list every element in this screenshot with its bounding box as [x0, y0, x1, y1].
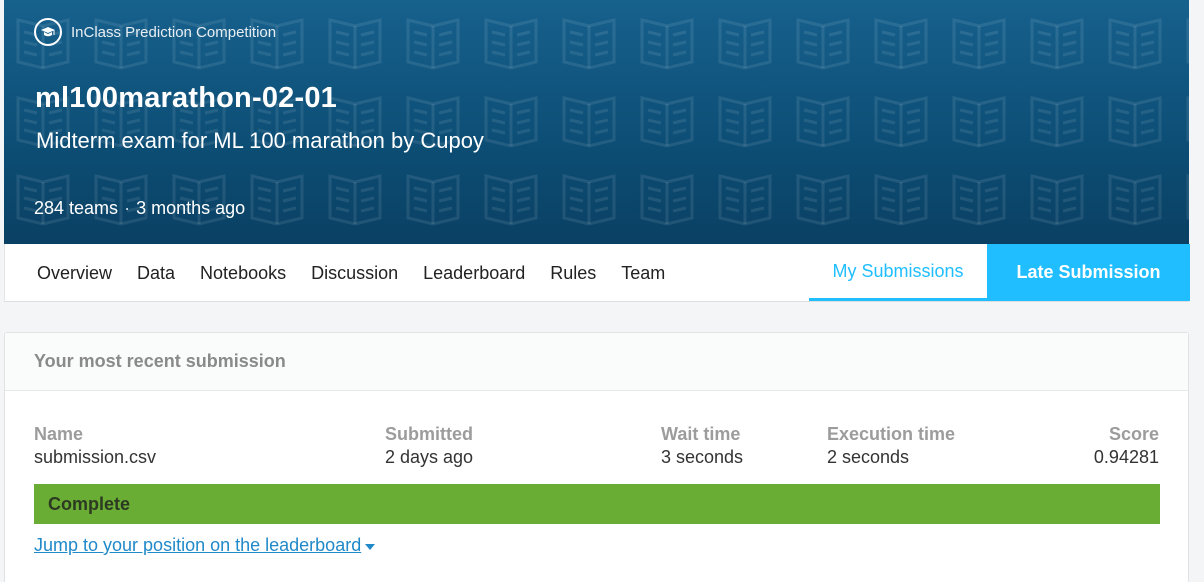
wait-time-label: Wait time [661, 424, 741, 444]
tab-overview[interactable]: Overview [37, 244, 112, 302]
score-column: Score 0.94281 [1094, 423, 1159, 469]
status-complete-bar: Complete [34, 484, 1160, 524]
submitted-label: Submitted [385, 424, 473, 444]
tab-leaderboard[interactable]: Leaderboard [423, 244, 525, 302]
wait-time-column: Wait time 3 seconds [661, 423, 743, 469]
submitted-column: Submitted 2 days ago [385, 423, 473, 469]
wait-time-value: 3 seconds [661, 447, 744, 467]
recent-submission-card: Your most recent submission Name submiss… [4, 332, 1189, 582]
tab-discussion[interactable]: Discussion [311, 244, 398, 302]
execution-time-label: Execution time [827, 424, 956, 444]
competition-meta: 284 teams · 3 months ago [34, 198, 245, 219]
competition-header: InClass Prediction Competition ml100mara… [4, 0, 1189, 244]
competition-nav: Overview Data Notebooks Discussion Leade… [4, 244, 1190, 302]
score-label: Score [1108, 424, 1159, 444]
name-value: submission.csv [34, 447, 157, 467]
score-value: 0.94281 [1093, 447, 1159, 467]
meta-separator: · [124, 198, 131, 218]
competition-title: ml100marathon-02-01 [35, 82, 337, 114]
jump-to-leaderboard-link[interactable]: Jump to your position on the leaderboard [34, 535, 376, 556]
submitted-value: 2 days ago [385, 447, 474, 467]
name-column: Name submission.csv [34, 423, 156, 469]
tab-notebooks[interactable]: Notebooks [200, 244, 286, 302]
caret-down-icon[interactable] [365, 543, 376, 550]
name-label: Name [34, 424, 84, 444]
competition-type-label: InClass Prediction Competition [71, 23, 277, 41]
execution-time-column: Execution time 2 seconds [827, 423, 955, 469]
tab-team[interactable]: Team [621, 244, 665, 302]
tab-rules[interactable]: Rules [550, 244, 596, 302]
competition-age: 3 months ago [136, 198, 246, 218]
late-submission-button[interactable]: Late Submission [987, 244, 1190, 301]
team-count[interactable]: 284 teams [34, 198, 118, 219]
jump-link-label[interactable]: Jump to your position on the leaderboard [34, 535, 361, 556]
execution-time-value: 2 seconds [827, 447, 910, 467]
graduation-cap-icon [34, 18, 62, 46]
submission-details: Name submission.csv Submitted 2 days ago… [5, 423, 1188, 473]
tab-my-submissions[interactable]: My Submissions [809, 244, 987, 301]
competition-subtitle: Midterm exam for ML 100 marathon by Cupo… [36, 128, 484, 153]
competition-type: InClass Prediction Competition [34, 18, 276, 46]
nav-tabs: Overview Data Notebooks Discussion Leade… [37, 244, 690, 302]
tab-data[interactable]: Data [137, 244, 175, 302]
card-header: Your most recent submission [5, 333, 1188, 391]
